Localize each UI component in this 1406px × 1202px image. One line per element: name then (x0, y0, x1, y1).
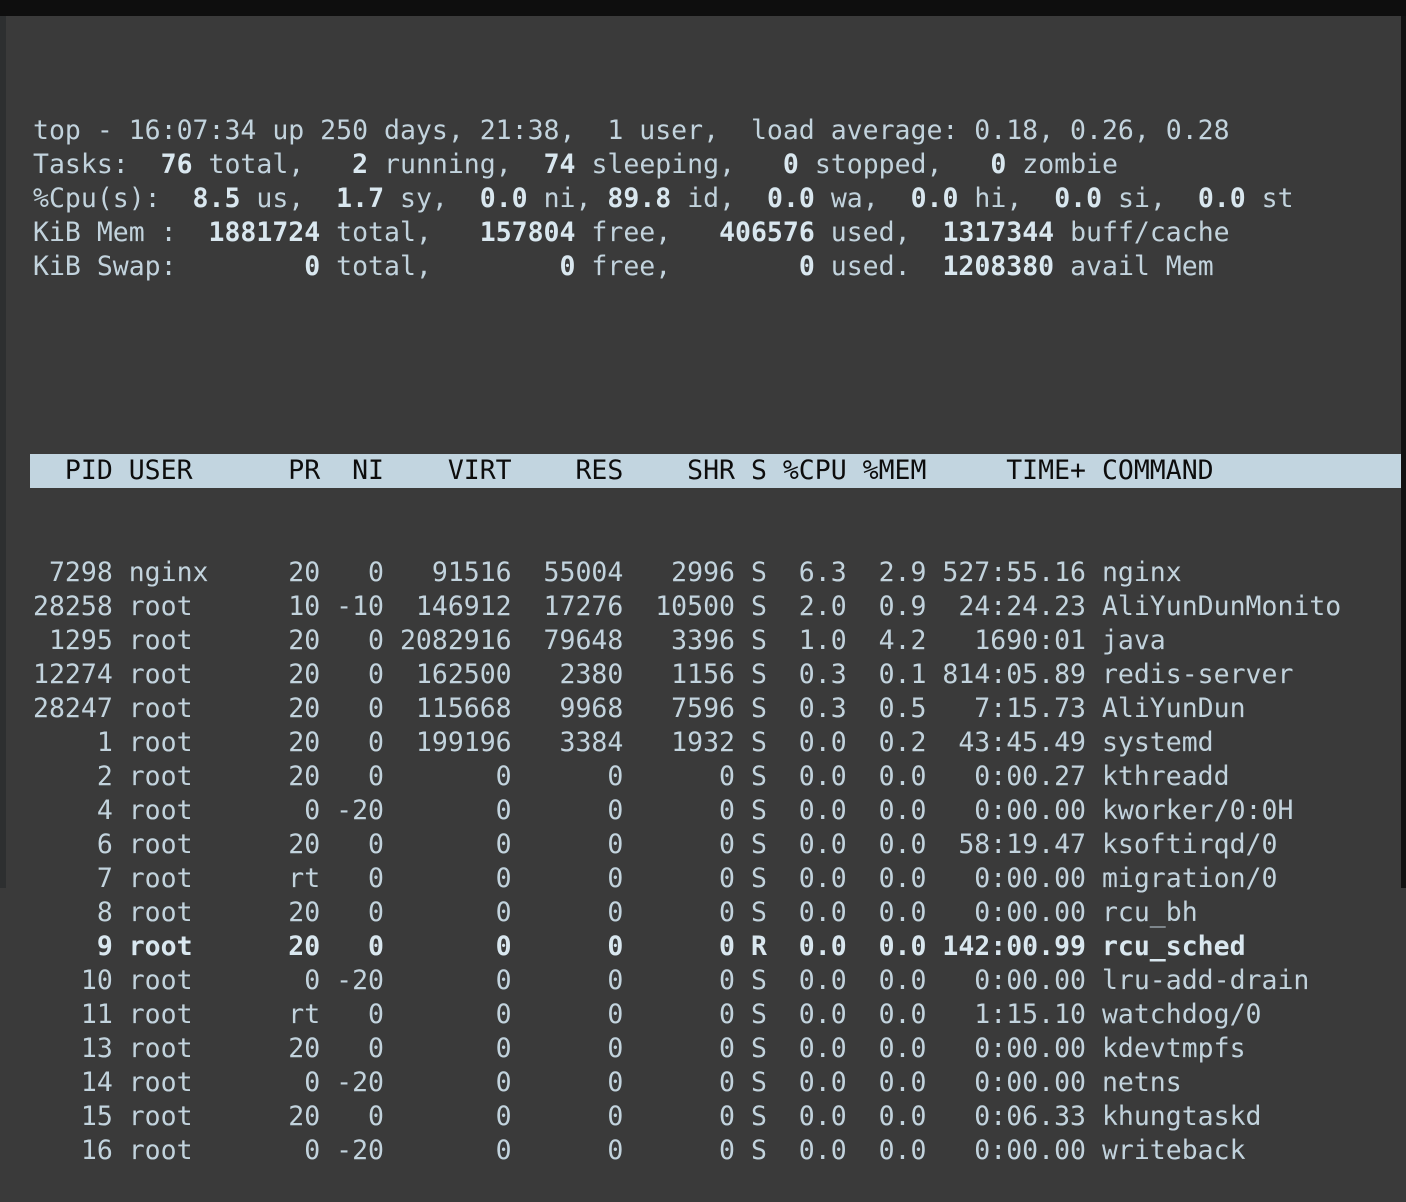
summary-line: %Cpu(s): 8.5 us, 1.7 sy, 0.0 ni, 89.8 id… (33, 182, 1401, 216)
terminal-left-edge (0, 16, 6, 888)
top-summary: top - 16:07:34 up 250 days, 21:38, 1 use… (33, 114, 1401, 284)
process-row: 1 root 20 0 199196 3384 1932 S 0.0 0.2 4… (33, 726, 1401, 760)
process-row: 11 root rt 0 0 0 0 S 0.0 0.0 1:15.10 wat… (33, 998, 1401, 1032)
blank-line (33, 352, 1401, 386)
process-row: 12274 root 20 0 162500 2380 1156 S 0.3 0… (33, 658, 1401, 692)
process-row: 15 root 20 0 0 0 0 S 0.0 0.0 0:06.33 khu… (33, 1100, 1401, 1134)
process-row: 7 root rt 0 0 0 0 S 0.0 0.0 0:00.00 migr… (33, 862, 1401, 896)
window-top-bar (0, 0, 1406, 16)
process-table-header: PID USER PR NI VIRT RES SHR S %CPU %MEM … (30, 454, 1401, 488)
process-row: 13 root 20 0 0 0 0 S 0.0 0.0 0:00.00 kde… (33, 1032, 1401, 1066)
summary-line: top - 16:07:34 up 250 days, 21:38, 1 use… (33, 114, 1401, 148)
process-row: 1295 root 20 0 2082916 79648 3396 S 1.0 … (33, 624, 1401, 658)
process-row: 16 root 0 -20 0 0 0 S 0.0 0.0 0:00.00 wr… (33, 1134, 1401, 1168)
process-row: 28247 root 20 0 115668 9968 7596 S 0.3 0… (33, 692, 1401, 726)
process-row: 6 root 20 0 0 0 0 S 0.0 0.0 58:19.47 kso… (33, 828, 1401, 862)
process-row: 9 root 20 0 0 0 0 R 0.0 0.0 142:00.99 rc… (33, 930, 1401, 964)
process-row: 10 root 0 -20 0 0 0 S 0.0 0.0 0:00.00 lr… (33, 964, 1401, 998)
process-row: 28258 root 10 -10 146912 17276 10500 S 2… (33, 590, 1401, 624)
summary-line: KiB Mem : 1881724 total, 157804 free, 40… (33, 216, 1401, 250)
process-row: 2 root 20 0 0 0 0 S 0.0 0.0 0:00.27 kthr… (33, 760, 1401, 794)
process-row: 14 root 0 -20 0 0 0 S 0.0 0.0 0:00.00 ne… (33, 1066, 1401, 1100)
summary-line: KiB Swap: 0 total, 0 free, 0 used. 12083… (33, 250, 1401, 284)
process-row: 8 root 20 0 0 0 0 S 0.0 0.0 0:00.00 rcu_… (33, 896, 1401, 930)
process-row: 7298 nginx 20 0 91516 55004 2996 S 6.3 2… (33, 556, 1401, 590)
process-table: 7298 nginx 20 0 91516 55004 2996 S 6.3 2… (33, 556, 1401, 1168)
terminal-output[interactable]: top - 16:07:34 up 250 days, 21:38, 1 use… (33, 46, 1401, 1202)
summary-line: Tasks: 76 total, 2 running, 74 sleeping,… (33, 148, 1401, 182)
terminal-right-edge (1401, 16, 1406, 888)
process-row: 4 root 0 -20 0 0 0 S 0.0 0.0 0:00.00 kwo… (33, 794, 1401, 828)
